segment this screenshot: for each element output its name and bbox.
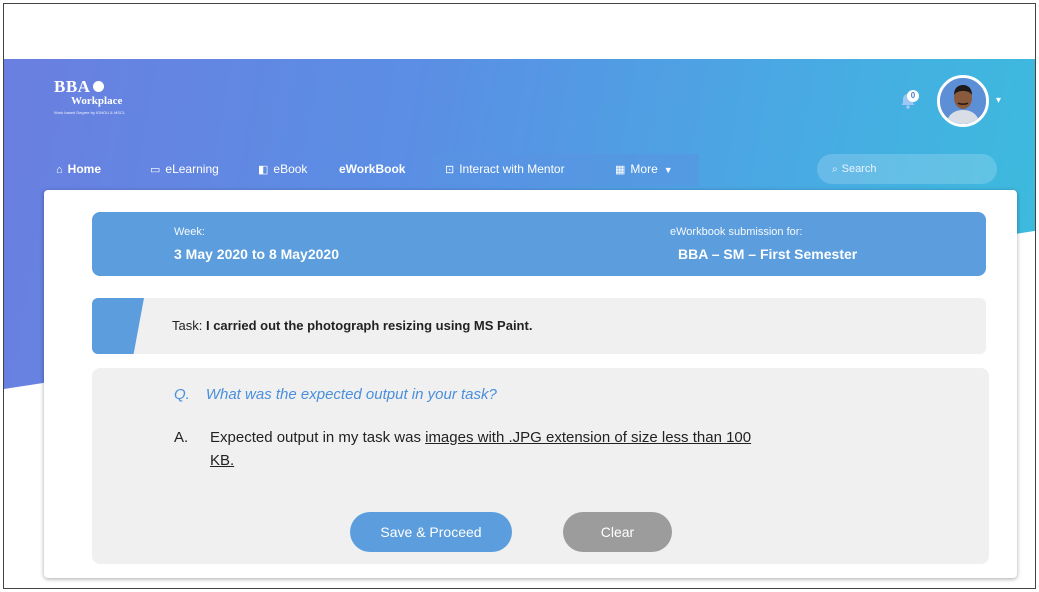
brand-sub: Workplace — [71, 95, 123, 107]
tab-elearning[interactable]: ▭ eLearning — [150, 154, 219, 184]
question-marker: Q. — [174, 386, 190, 403]
search-input[interactable]: ⌕ Search — [817, 154, 997, 184]
grid-icon: ▦ — [615, 164, 626, 176]
tab-home-label: Home — [67, 162, 101, 176]
answer-marker: A. — [174, 429, 189, 446]
question-text: What was the expected output in your tas… — [205, 386, 497, 403]
save-proceed-button[interactable]: Save & Proceed — [350, 512, 512, 552]
home-icon: ⌂ — [56, 164, 63, 176]
week-banner: Week: 3 May 2020 to 8 May2020 eWorkbook … — [92, 212, 986, 276]
chevron-down-icon[interactable]: ▾ — [996, 95, 1001, 106]
submission-value: BBA – SM – First Semester — [678, 246, 858, 262]
avatar-icon — [940, 78, 986, 124]
tab-elearning-label: eLearning — [165, 162, 219, 176]
brand-tagline: Work based Degree by IGNOU & MSCL — [54, 110, 126, 115]
submission-label: eWorkbook submission for: — [670, 226, 803, 238]
notification-badge: 0 — [907, 90, 919, 102]
monitor-icon: ▭ — [150, 164, 161, 176]
tab-ebook-label: eBook — [273, 162, 308, 176]
avatar[interactable] — [937, 75, 989, 127]
clear-button[interactable]: Clear — [563, 512, 672, 552]
answer-text: Expected output in my task was images wi… — [210, 426, 770, 472]
tab-mentor-label: Interact with Mentor — [459, 162, 565, 176]
caret-down-icon: ▼ — [663, 165, 673, 175]
search-placeholder: Search — [841, 163, 877, 175]
tab-more[interactable]: ▦ More ▼ — [615, 154, 673, 184]
book-icon: ◧ — [258, 164, 269, 176]
question: Q. What was the expected output in your t… — [174, 386, 497, 403]
app-window: BBA Workplace Work based Degree by IGNOU… — [3, 3, 1036, 589]
task-description: I carried out the photograph resizing us… — [205, 318, 533, 333]
tab-home[interactable]: ⌂ Home — [56, 154, 101, 184]
answer-prefix: Expected output in my task was — [210, 429, 426, 446]
tab-eworkbook[interactable]: eWorkBook — [339, 154, 405, 184]
task-panel: Task: I carried out the photograph resiz… — [92, 298, 986, 354]
task-label: Task: — [172, 318, 203, 333]
chat-icon: ⊡ — [445, 164, 455, 176]
tab-more-label: More — [630, 162, 658, 176]
qa-panel: Q. What was the expected output in your t… — [92, 368, 989, 564]
brand-dot-icon — [93, 80, 105, 92]
task-text: Task: I carried out the photograph resiz… — [172, 318, 532, 333]
task-flag — [92, 298, 144, 354]
tab-mentor[interactable]: ⊡ Interact with Mentor — [445, 154, 565, 184]
brand-logo[interactable]: BBA Workplace Work based Degree by IGNOU… — [54, 77, 125, 115]
week-label: Week: — [174, 226, 205, 238]
tab-ebook[interactable]: ◧ eBook — [258, 154, 307, 184]
week-value: 3 May 2020 to 8 May2020 — [174, 246, 339, 262]
brand-name: BBA — [54, 77, 91, 96]
tab-eworkbook-label: eWorkBook — [339, 162, 406, 176]
search-icon: ⌕ — [832, 164, 838, 175]
workbook-card: Week: 3 May 2020 to 8 May2020 eWorkbook … — [44, 190, 1017, 578]
